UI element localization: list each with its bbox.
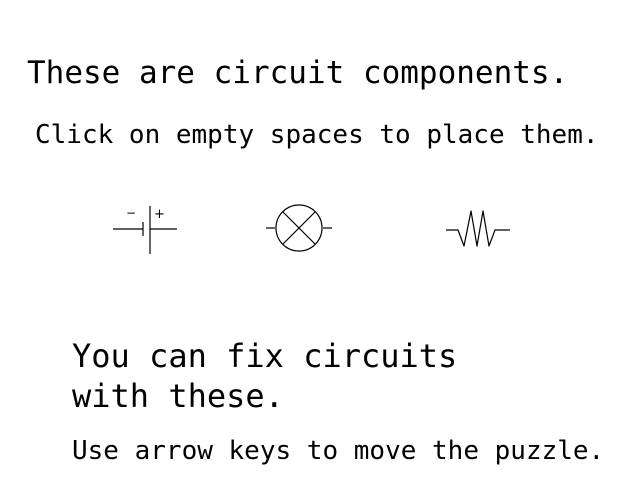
resistor-icon[interactable] xyxy=(444,206,514,252)
outro-line-2: with these. xyxy=(72,377,284,415)
battery-minus-label: − xyxy=(126,206,136,220)
outro-line-1: You can fix circuits xyxy=(72,337,458,375)
battery-icon[interactable]: − + xyxy=(110,202,180,258)
battery-plus-label: + xyxy=(154,207,165,222)
intro-subheading: Click on empty spaces to place them. xyxy=(35,120,599,150)
bulb-icon[interactable] xyxy=(262,200,336,256)
intro-heading: These are circuit components. xyxy=(27,55,569,91)
controls-hint: Use arrow keys to move the puzzle. xyxy=(72,436,605,466)
